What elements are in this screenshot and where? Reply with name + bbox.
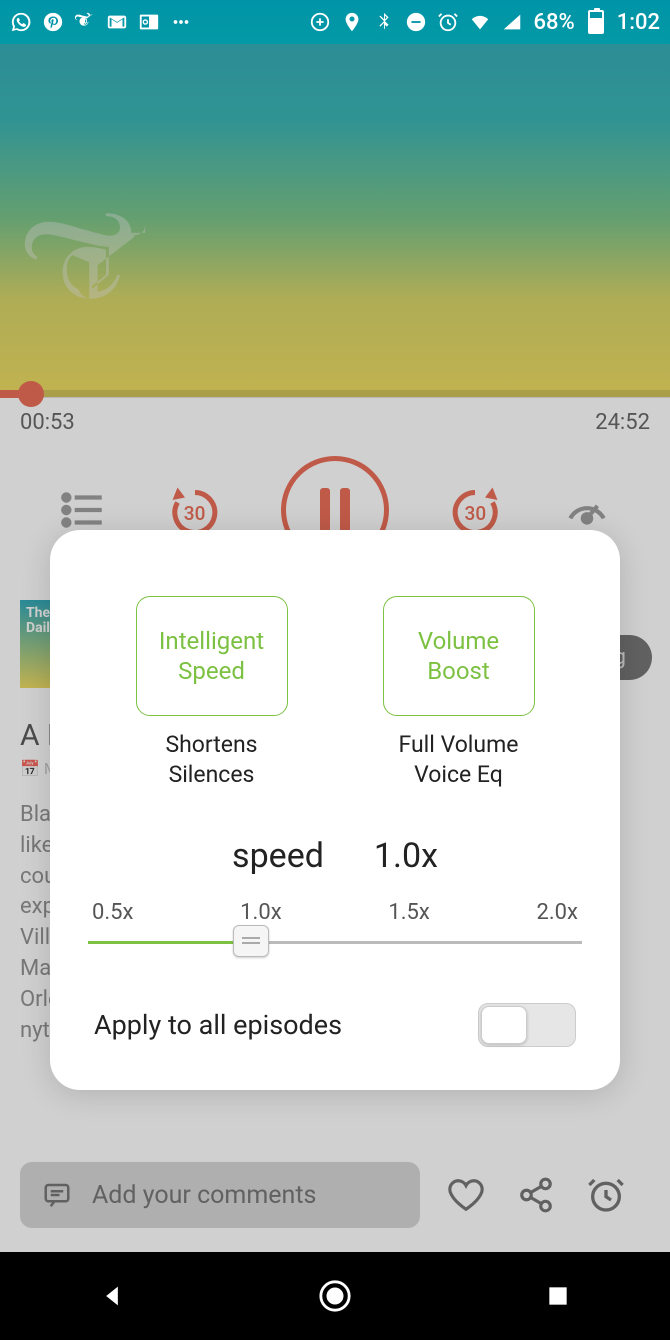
- speed-slider-thumb[interactable]: [233, 925, 269, 957]
- speed-value: 1.0x: [374, 836, 438, 876]
- signal-icon: [501, 11, 523, 33]
- battery-percent: 68%: [533, 10, 574, 35]
- location-icon: [341, 11, 363, 33]
- intelligent-speed-sub: ShortensSilences: [165, 730, 257, 790]
- clock-time: 1:02: [617, 10, 660, 35]
- outlook-icon: [138, 11, 160, 33]
- dnd-icon: [405, 11, 427, 33]
- add-icon: [309, 11, 331, 33]
- pinterest-icon: [42, 11, 64, 33]
- alarm-icon: [437, 11, 459, 33]
- gmail-icon: [106, 11, 128, 33]
- nav-home-button[interactable]: [315, 1276, 355, 1316]
- whatsapp-icon: [10, 11, 32, 33]
- wifi-icon: [469, 11, 491, 33]
- system-nav-bar: [0, 1252, 670, 1340]
- volume-boost-toggle[interactable]: VolumeBoost: [383, 596, 535, 716]
- speed-slider-ticks: 0.5x 1.0x 1.5x 2.0x: [88, 900, 582, 925]
- status-bar: 68% 1:02: [0, 0, 670, 44]
- intelligent-speed-toggle[interactable]: IntelligentSpeed: [136, 596, 288, 716]
- bluetooth-icon: [373, 11, 395, 33]
- apply-all-label: Apply to all episodes: [94, 1009, 342, 1041]
- speed-label: speed: [232, 836, 324, 876]
- apply-all-switch[interactable]: [478, 1003, 576, 1047]
- nav-back-button[interactable]: [92, 1276, 132, 1316]
- speed-slider[interactable]: [88, 939, 582, 945]
- volume-boost-sub: Full VolumeVoice Eq: [399, 730, 519, 790]
- speed-modal: IntelligentSpeed ShortensSilences Volume…: [50, 530, 620, 1090]
- more-icon: [170, 11, 192, 33]
- battery-icon: [585, 11, 607, 33]
- nyt-small-icon: [74, 11, 96, 33]
- nav-recent-button[interactable]: [538, 1276, 578, 1316]
